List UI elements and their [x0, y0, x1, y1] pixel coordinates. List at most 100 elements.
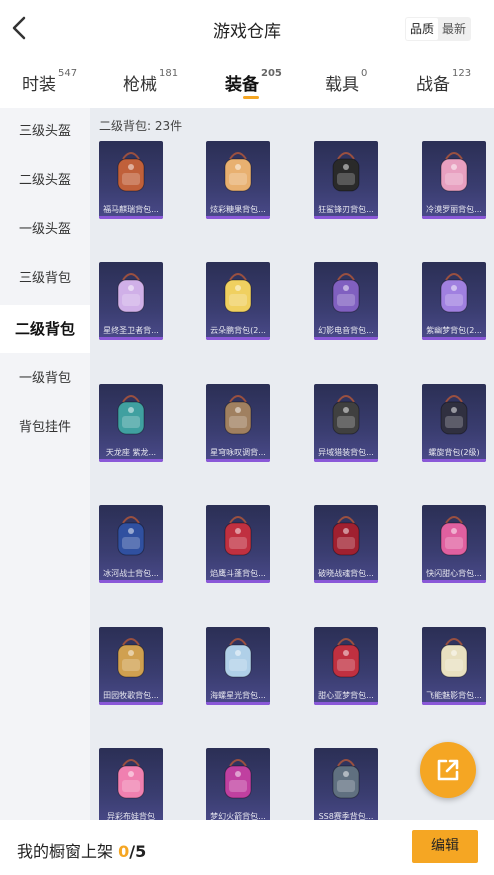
- footer: 我的橱窗上架 0/5 编辑: [0, 820, 494, 875]
- rarity-bar: [206, 702, 270, 705]
- backpack-icon: [224, 395, 252, 435]
- tab-label: 载具: [325, 75, 359, 95]
- item-name: 星穹咏叹调背...: [210, 448, 266, 457]
- rarity-bar: [99, 337, 163, 340]
- item-name: 云朵鹏背包(2...: [210, 326, 266, 335]
- item-card[interactable]: 异域猎装背包...: [314, 384, 378, 462]
- rarity-bar: [99, 216, 163, 219]
- item-card[interactable]: 飞能魅影背包...: [422, 627, 486, 705]
- category-heading: 二级背包: 23件: [99, 119, 183, 133]
- tab-count: 181: [159, 68, 179, 79]
- tab-supplies[interactable]: 战备123: [416, 68, 472, 95]
- rarity-bar: [206, 459, 270, 462]
- sort-newest-option[interactable]: 最新: [438, 18, 470, 40]
- tab-fashion[interactable]: 时装547: [22, 68, 78, 95]
- item-card[interactable]: 螺旋背包(2级): [422, 384, 486, 462]
- backpack-icon: [332, 395, 360, 435]
- item-card[interactable]: 快闪甜心背包...: [422, 505, 486, 583]
- tab-label: 枪械: [123, 75, 157, 95]
- tab-label: 战备: [416, 75, 450, 95]
- item-name: 狂鲨锋刃背包...: [318, 205, 374, 214]
- item-card[interactable]: 冷漠罗丽背包...: [422, 141, 486, 219]
- backpack-icon: [224, 516, 252, 556]
- rarity-bar: [422, 702, 486, 705]
- showcase-total-count: /5: [129, 842, 147, 861]
- item-name: 福马麒瑞背包...: [103, 205, 159, 214]
- item-name: 幻影电音背包...: [318, 326, 374, 335]
- sidebar-item-level2-helmet[interactable]: 二级头盔: [0, 157, 90, 205]
- item-card[interactable]: 星终圣卫者背...: [99, 262, 163, 340]
- sidebar-item-backpack-charm[interactable]: 背包挂件: [0, 404, 90, 452]
- backpack-icon: [440, 273, 468, 313]
- item-card[interactable]: 天龙座 紫龙...: [99, 384, 163, 462]
- item-card[interactable]: 福马麒瑞背包...: [99, 141, 163, 219]
- backpack-icon: [332, 638, 360, 678]
- sort-toggle: 品质 最新: [405, 17, 472, 41]
- item-card[interactable]: 星穹咏叹调背...: [206, 384, 270, 462]
- backpack-icon: [440, 516, 468, 556]
- item-card[interactable]: 狂鲨锋刃背包...: [314, 141, 378, 219]
- item-name: 冰河战士背包...: [103, 569, 159, 578]
- rarity-bar: [314, 702, 378, 705]
- tab-count: 547: [58, 68, 78, 79]
- sidebar-item-level2-backpack[interactable]: 二级背包: [0, 305, 90, 353]
- item-name: 天龙座 紫龙...: [105, 448, 157, 457]
- item-card[interactable]: 焰鹰斗蓬背包...: [206, 505, 270, 583]
- item-card[interactable]: 梦幻火箭背包...: [206, 748, 270, 820]
- showcase-label: 我的橱窗上架: [17, 842, 114, 861]
- rarity-bar: [422, 580, 486, 583]
- rarity-bar: [422, 459, 486, 462]
- rarity-bar: [314, 337, 378, 340]
- sort-quality-option[interactable]: 品质: [406, 18, 439, 40]
- item-name: 异域猎装背包...: [318, 448, 374, 457]
- rarity-bar: [206, 216, 270, 219]
- item-card[interactable]: 海螺星光背包...: [206, 627, 270, 705]
- item-card[interactable]: 破晓战魂背包...: [314, 505, 378, 583]
- share-button[interactable]: [420, 742, 476, 798]
- rarity-bar: [314, 459, 378, 462]
- tab-label: 时装: [22, 75, 56, 95]
- item-card[interactable]: 田园牧歌背包...: [99, 627, 163, 705]
- sidebar-item-level3-backpack[interactable]: 三级背包: [0, 255, 90, 303]
- item-name: 田园牧歌背包...: [103, 691, 159, 700]
- sidebar-item-level1-backpack[interactable]: 一级背包: [0, 355, 90, 403]
- share-icon: [437, 759, 459, 781]
- rarity-bar: [314, 216, 378, 219]
- tab-equipment[interactable]: 装备205: [225, 68, 282, 95]
- rarity-bar: [314, 580, 378, 583]
- item-card[interactable]: 紫幽梦背包(2...: [422, 262, 486, 340]
- tab-vehicles[interactable]: 载具0: [325, 68, 367, 95]
- item-name: 破晓战魂背包...: [318, 569, 374, 578]
- header: 游戏仓库 品质 最新: [0, 0, 494, 56]
- item-card[interactable]: 甜心亚梦背包...: [314, 627, 378, 705]
- item-card[interactable]: SS8赛季背包...: [314, 748, 378, 820]
- rarity-bar: [206, 337, 270, 340]
- showcase-current-count: 0: [118, 842, 130, 861]
- item-card[interactable]: 冰河战士背包...: [99, 505, 163, 583]
- sidebar-item-level3-helmet[interactable]: 三级头盔: [0, 108, 90, 156]
- backpack-icon: [440, 152, 468, 192]
- showcase-status: 我的橱窗上架 0/5: [17, 838, 146, 862]
- category-tabs: 时装547 枪械181 装备205 载具0 战备123: [0, 56, 494, 108]
- sidebar: 三级头盔 二级头盔 一级头盔 三级背包 二级背包 一级背包 背包挂件: [0, 108, 90, 820]
- tab-count: 205: [261, 68, 282, 79]
- item-name: 异彩布娃背包: [107, 812, 155, 820]
- backpack-icon: [117, 152, 145, 192]
- edit-button[interactable]: 编辑: [412, 830, 478, 863]
- item-name: 甜心亚梦背包...: [318, 691, 374, 700]
- item-card[interactable]: 云朵鹏背包(2...: [206, 262, 270, 340]
- item-name: 海螺星光背包...: [210, 691, 266, 700]
- item-name: 炫彩糖果背包...: [210, 205, 266, 214]
- rarity-bar: [206, 580, 270, 583]
- backpack-icon: [440, 638, 468, 678]
- sidebar-item-level1-helmet[interactable]: 一级头盔: [0, 206, 90, 254]
- item-card[interactable]: 幻影电音背包...: [314, 262, 378, 340]
- item-name: 焰鹰斗蓬背包...: [210, 569, 266, 578]
- item-name: 星终圣卫者背...: [103, 326, 159, 335]
- tab-weapons[interactable]: 枪械181: [123, 68, 179, 95]
- item-card[interactable]: 炫彩糖果背包...: [206, 141, 270, 219]
- tab-count: 123: [452, 68, 472, 79]
- item-card[interactable]: 异彩布娃背包: [99, 748, 163, 820]
- rarity-bar: [99, 580, 163, 583]
- backpack-icon: [117, 759, 145, 799]
